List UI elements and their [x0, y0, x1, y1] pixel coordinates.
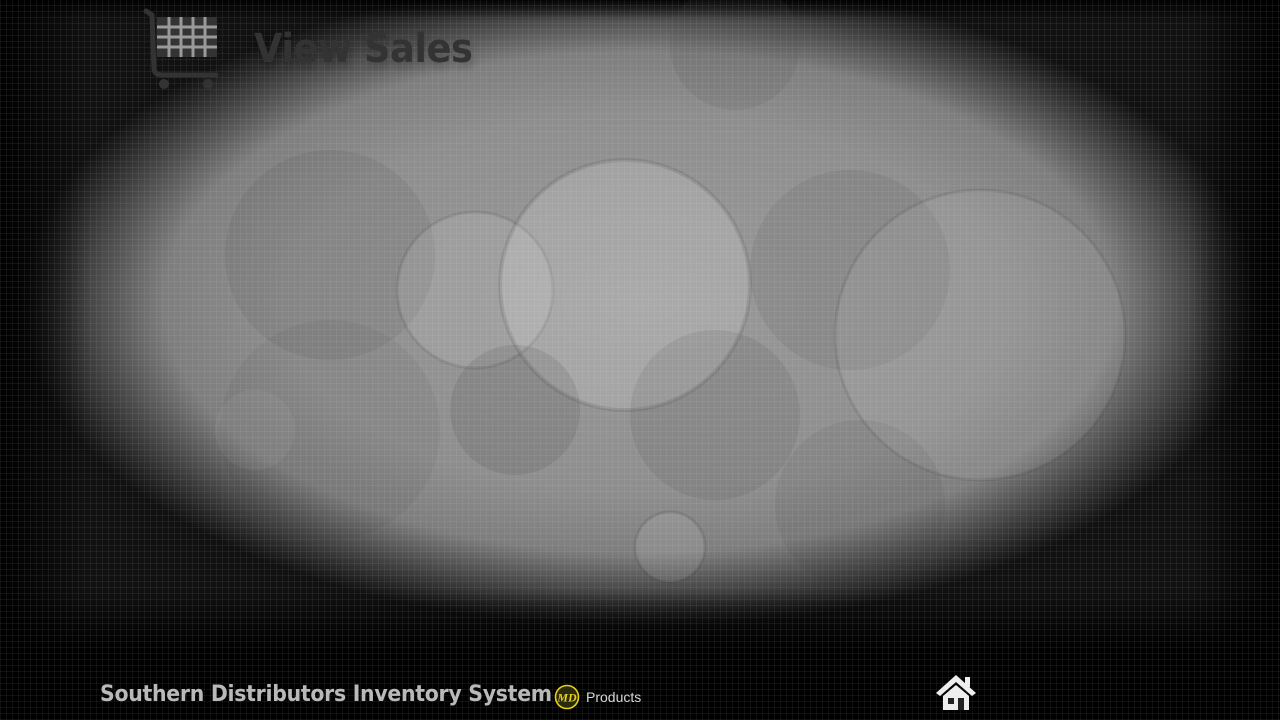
md-logo: MD [554, 684, 580, 710]
home-button[interactable] [934, 672, 978, 714]
brand-label: Products [586, 689, 642, 705]
brand-badge: MD Products [554, 684, 641, 710]
app-name: Southern Distributors Inventory System [100, 681, 552, 707]
footer-bar: Southern Distributors Inventory System [100, 672, 586, 716]
background-panel [0, 0, 1280, 720]
shopping-cart-icon [143, 8, 219, 89]
home-icon [936, 675, 976, 710]
page-header: View Sales [140, 4, 491, 94]
app-window: View Sales Southern Distributors Invento… [0, 0, 1280, 720]
md-logo-text: MD [556, 691, 577, 705]
page-title: View Sales [254, 26, 473, 72]
